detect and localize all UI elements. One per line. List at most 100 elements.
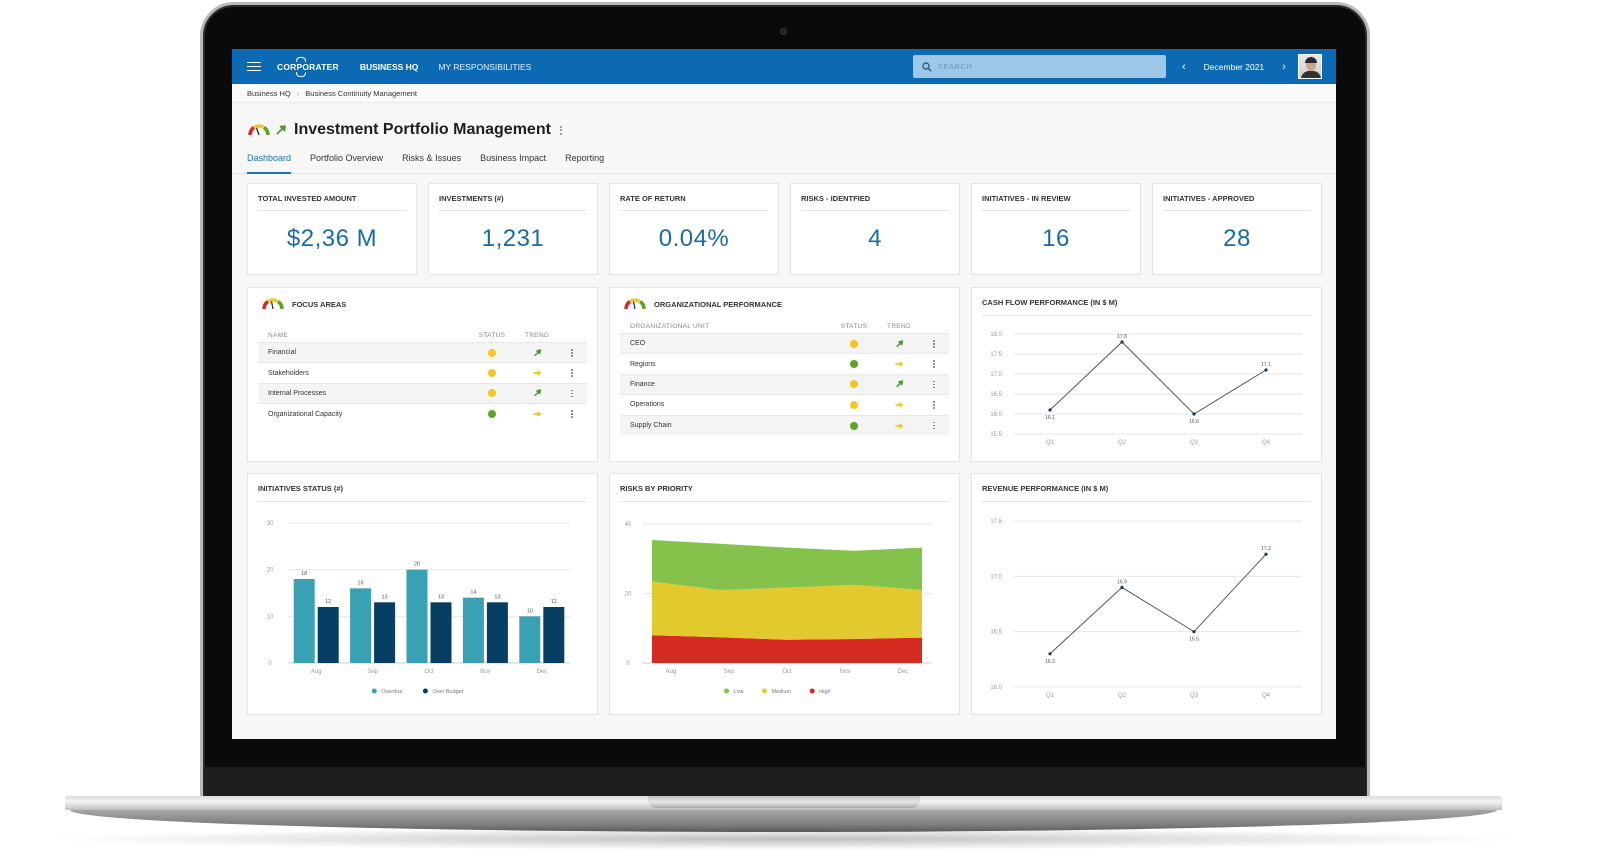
kpi-label: INITIATIVES - APPROVED: [1163, 194, 1311, 211]
trend-flat-icon: [894, 401, 904, 408]
row-actions[interactable]: [919, 353, 949, 375]
nav-my-responsibilities[interactable]: MY RESPONSIBILITIES: [438, 62, 531, 72]
status-yellow-dot-icon: [488, 348, 496, 357]
row-name[interactable]: Operations: [620, 394, 829, 416]
bar: [519, 616, 541, 663]
row-more-options-icon[interactable]: [933, 380, 935, 389]
y-tick-label: 30: [267, 521, 274, 527]
row-more-options-icon[interactable]: [933, 400, 935, 409]
row-actions[interactable]: [557, 403, 587, 425]
row-name[interactable]: Internal Processes: [258, 382, 467, 404]
breadcrumb-item-business-hq[interactable]: Business HQ: [247, 89, 291, 98]
table-row[interactable]: Regions: [620, 353, 949, 375]
row-status: [829, 394, 879, 416]
kpi-card-risks-identified[interactable]: RISKS - IDENTFIED 4: [790, 183, 960, 275]
chevron-left-icon[interactable]: ‹: [1178, 61, 1190, 73]
row-trend: [517, 382, 557, 404]
row-more-options-icon[interactable]: [933, 421, 935, 430]
row-actions[interactable]: [919, 332, 949, 354]
row-more-options-icon[interactable]: [933, 339, 935, 348]
status-yellow-dot-icon: [850, 339, 858, 348]
y-tick-label: 17.0: [990, 574, 1002, 580]
table-row[interactable]: Finance: [620, 373, 949, 395]
x-tick-label: Sep: [724, 669, 735, 675]
focus-areas-table: NAME STATUS TREND Financial Stakeholders I…: [258, 332, 587, 425]
tab-reporting[interactable]: Reporting: [565, 151, 604, 173]
row-more-options-icon[interactable]: [571, 369, 573, 377]
kpi-card-initiatives-approved[interactable]: INITIATIVES - APPROVED 28: [1152, 183, 1322, 275]
row-actions[interactable]: [919, 373, 949, 395]
row-name[interactable]: Stakeholders: [258, 362, 467, 384]
row-name[interactable]: CEO: [620, 332, 829, 354]
row-name[interactable]: Financial: [258, 341, 467, 363]
row-more-options-icon[interactable]: [571, 389, 573, 398]
tab-risks-issues[interactable]: Risks & Issues: [402, 151, 461, 173]
breadcrumb-separator-icon: ›: [296, 88, 300, 98]
row-more-options-icon[interactable]: [933, 360, 935, 368]
x-tick-label: Q3: [1190, 693, 1199, 699]
table-row[interactable]: Stakeholders: [258, 362, 587, 384]
data-point: [1192, 630, 1196, 634]
tab-business-impact[interactable]: Business Impact: [480, 151, 546, 173]
row-actions[interactable]: [919, 414, 949, 436]
area-series-medium: [652, 581, 922, 640]
tab-portfolio-overview[interactable]: Portfolio Overview: [310, 151, 383, 173]
table-row[interactable]: Operations: [620, 394, 949, 416]
kpi-label: TOTAL INVESTED AMOUNT: [258, 194, 406, 211]
tab-dashboard[interactable]: Dashboard: [247, 151, 292, 174]
column-header-trend: TREND: [525, 332, 549, 339]
row-actions[interactable]: [557, 341, 587, 363]
user-avatar[interactable]: [1298, 54, 1322, 79]
status-green-dot-icon: [850, 421, 858, 430]
page-more-options-icon[interactable]: [559, 125, 562, 135]
row-actions[interactable]: [557, 382, 587, 404]
panel-title: RISKS BY PRIORITY: [620, 484, 949, 502]
row-actions[interactable]: [919, 394, 949, 416]
y-tick-label: 16.5: [990, 630, 1002, 636]
nav-business-hq[interactable]: BUSINESS HQ: [360, 62, 419, 72]
row-actions[interactable]: [557, 362, 587, 384]
row-more-options-icon[interactable]: [571, 410, 573, 418]
x-tick-label: Nov: [840, 669, 851, 675]
search-box[interactable]: [913, 55, 1166, 78]
top-navbar: CORPORATER BUSINESS HQ MY RESPONSIBILITI…: [232, 49, 1336, 84]
row-name[interactable]: Organizational Capacity: [258, 403, 467, 425]
row-more-options-icon[interactable]: [571, 348, 573, 357]
row-name[interactable]: Finance: [620, 373, 829, 395]
table-row[interactable]: Organizational Capacity: [258, 403, 587, 425]
trend-flat-icon: [532, 370, 542, 376]
y-tick-label: 17.5: [990, 519, 1002, 525]
panel-title: REVENUE PERFORMANCE (IN $ M): [982, 484, 1311, 502]
table-row[interactable]: Financial: [258, 341, 587, 363]
bar-value-label: 20: [414, 562, 420, 568]
search-input[interactable]: [938, 62, 1138, 71]
bar: [293, 579, 315, 663]
legend-label: Over Budget: [432, 689, 463, 695]
legend-marker-icon: [371, 688, 377, 694]
row-trend: [517, 403, 557, 425]
breadcrumb-item-current[interactable]: Business Continuity Management: [305, 89, 417, 98]
brand-logo[interactable]: CORPORATER: [277, 56, 339, 77]
kpi-card-total-invested[interactable]: TOTAL INVESTED AMOUNT $2,36 M: [247, 183, 417, 275]
kpi-card-rate-of-return[interactable]: RATE OF RETURN 0.04%: [609, 183, 779, 275]
column-header-trend: TREND: [887, 323, 911, 330]
kpi-card-initiatives-in-review[interactable]: INITIATIVES - IN REVIEW 16: [971, 183, 1141, 275]
gauge-icon: [262, 298, 284, 310]
chevron-right-icon[interactable]: ›: [1278, 61, 1290, 73]
period-label[interactable]: December 2021: [1204, 62, 1264, 72]
laptop-notch: [648, 796, 920, 808]
legend-marker-icon: [761, 688, 767, 694]
kpi-card-investments[interactable]: INVESTMENTS (#) 1,231: [428, 183, 598, 275]
kpi-label: INITIATIVES - IN REVIEW: [982, 194, 1130, 211]
row-trend: [879, 394, 919, 416]
table-row[interactable]: Supply Chain: [620, 414, 949, 436]
risks-area-chart: 40 20 0 Aug Sep Oct Nov Dec Low Medium High: [625, 522, 932, 695]
hamburger-menu-icon[interactable]: [247, 59, 261, 74]
initiatives-status-panel: INITIATIVES STATUS (#) 30 20 10 0 18 12 Aug 16 1…: [247, 473, 598, 715]
panel-title: CASH FLOW PERFORMANCE (IN $ M): [982, 298, 1311, 316]
table-row[interactable]: Internal Processes: [258, 382, 587, 404]
row-name[interactable]: Regions: [620, 353, 829, 375]
table-row[interactable]: CEO: [620, 332, 949, 354]
org-performance-table: ORGANIZATIONAL UNIT STATUS TREND CEO Regi…: [620, 323, 949, 436]
row-name[interactable]: Supply Chain: [620, 414, 829, 436]
